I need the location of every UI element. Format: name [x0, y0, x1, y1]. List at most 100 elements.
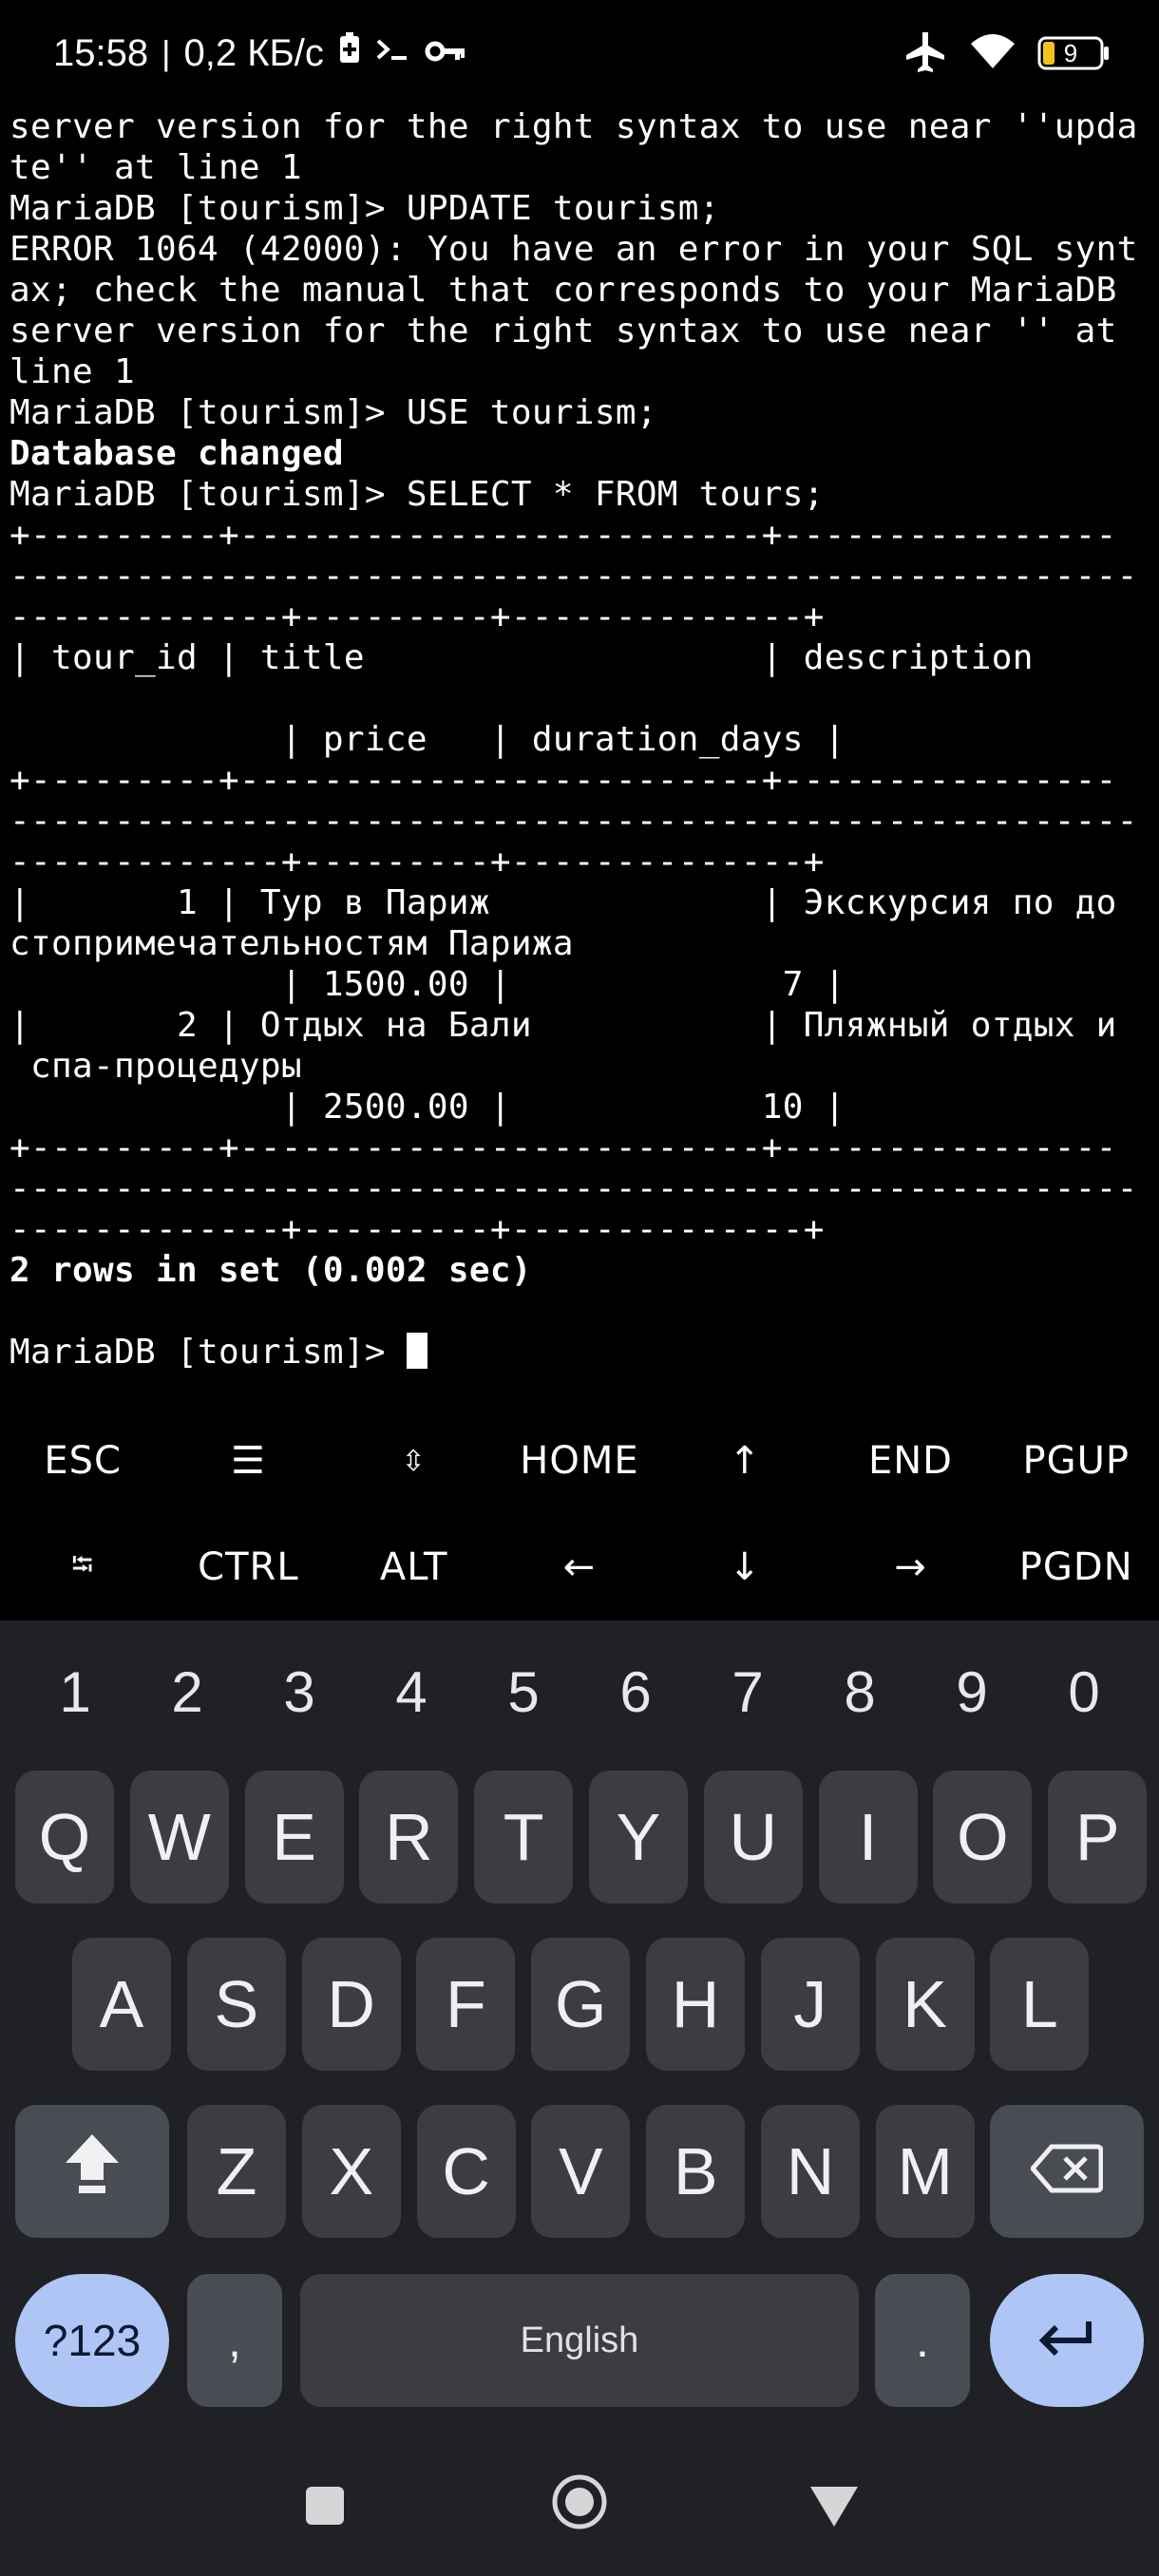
battery-level: 9: [1063, 38, 1078, 67]
terminal-line: Database changed: [10, 434, 344, 473]
terminal-prompt-line: MariaDB [tourism]>: [10, 1332, 1154, 1373]
terminal-line: | 2 | Отдых на Бали | Пляжный отдых и: [10, 1006, 1117, 1045]
key-3[interactable]: 3: [252, 1639, 347, 1744]
key-l[interactable]: L: [990, 1938, 1090, 2071]
terminal-line: ERROR 1064 (42000): You have an error in…: [10, 230, 1138, 269]
key-c[interactable]: C: [416, 2105, 516, 2238]
symbols-key[interactable]: ?123: [15, 2274, 169, 2407]
status-time: 15:58: [53, 31, 149, 74]
comma-key[interactable]: ,: [187, 2274, 282, 2407]
extra-key-esc[interactable]: ESC: [0, 1408, 165, 1514]
key-t[interactable]: T: [474, 1771, 574, 1904]
key-s[interactable]: S: [186, 1938, 286, 2071]
terminal-line: +---------+-------------------------+---…: [10, 516, 1117, 555]
terminal-line: | 2500.00 | 10 |: [10, 1088, 846, 1127]
extra-key-pgdn[interactable]: PGDN: [994, 1514, 1159, 1620]
status-right: 9: [902, 25, 1110, 82]
key-2[interactable]: 2: [140, 1639, 235, 1744]
number-row: 1234567890: [0, 1639, 1159, 1744]
terminal-line: server version for the right syntax to u…: [10, 107, 1138, 146]
key-g[interactable]: G: [531, 1938, 631, 2071]
extra-key-arrow-left[interactable]: ←: [497, 1514, 662, 1620]
period-key[interactable]: .: [875, 2274, 970, 2407]
terminal-line: -------------+---------+--------------+: [10, 1210, 825, 1249]
key-p[interactable]: P: [1048, 1771, 1148, 1904]
extra-keys-bar: ESC ☰ ⇳ HOME ↑ END PGUP ⭾ CTRL ALT ← ↓ → PGDN: [0, 1408, 1159, 1620]
key-6[interactable]: 6: [588, 1639, 683, 1744]
text-cursor: [406, 1333, 428, 1369]
extra-key-pgup[interactable]: PGUP: [994, 1408, 1159, 1514]
back-button[interactable]: [796, 2470, 872, 2546]
key-q[interactable]: Q: [15, 1771, 114, 1904]
extra-key-arrow-up[interactable]: ↑: [662, 1408, 827, 1514]
navigation-bar: [0, 2432, 1159, 2576]
key-1[interactable]: 1: [28, 1639, 123, 1744]
key-e[interactable]: E: [244, 1771, 344, 1904]
key-y[interactable]: Y: [589, 1771, 688, 1904]
status-network-speed: 0,2 КБ/с: [183, 31, 324, 74]
key-m[interactable]: M: [875, 2105, 975, 2238]
space-bar[interactable]: English: [300, 2274, 859, 2407]
extra-key-alt[interactable]: ALT: [332, 1514, 497, 1620]
terminal-line: ----------------------------------------…: [10, 802, 1138, 841]
terminal-line: | 1500.00 | 7 |: [10, 965, 846, 1004]
enter-icon: [1036, 2302, 1098, 2378]
key-x[interactable]: X: [301, 2105, 401, 2238]
key-b[interactable]: B: [646, 2105, 746, 2238]
key-w[interactable]: W: [129, 1771, 229, 1904]
shift-icon: [62, 2131, 123, 2212]
terminal-line: стопримечательностям Парижа: [10, 924, 574, 963]
extra-key-updown[interactable]: ⇳: [332, 1408, 497, 1514]
key-8[interactable]: 8: [812, 1639, 907, 1744]
key-7[interactable]: 7: [700, 1639, 795, 1744]
key-n[interactable]: N: [761, 2105, 860, 2238]
battery-icon: 9: [1037, 36, 1110, 70]
terminal-output[interactable]: server version for the right syntax to u…: [10, 106, 1154, 1408]
recents-button[interactable]: [287, 2470, 363, 2546]
key-4[interactable]: 4: [364, 1639, 459, 1744]
key-j[interactable]: J: [760, 1938, 860, 2071]
key-f[interactable]: F: [416, 1938, 516, 2071]
extra-key-home[interactable]: HOME: [497, 1408, 662, 1514]
key-u[interactable]: U: [703, 1771, 803, 1904]
key-h[interactable]: H: [646, 1938, 745, 2071]
key-v[interactable]: V: [531, 2105, 631, 2238]
terminal-line: line 1: [10, 352, 135, 391]
key-a[interactable]: A: [72, 1938, 171, 2071]
terminal-line: ax; check the manual that corresponds to…: [10, 271, 1117, 310]
key-9[interactable]: 9: [924, 1639, 1019, 1744]
key-z[interactable]: Z: [187, 2105, 286, 2238]
extra-key-end[interactable]: END: [827, 1408, 993, 1514]
battery-saver-icon: [337, 31, 362, 75]
backspace-icon: [1029, 2133, 1104, 2209]
home-button[interactable]: [542, 2466, 618, 2542]
key-r[interactable]: R: [359, 1771, 459, 1904]
key-o[interactable]: O: [933, 1771, 1033, 1904]
extra-key-ctrl[interactable]: CTRL: [165, 1514, 331, 1620]
key-0[interactable]: 0: [1036, 1639, 1131, 1744]
home-circle-icon: [551, 2473, 608, 2534]
wifi-icon: [969, 30, 1016, 76]
key-k[interactable]: K: [875, 1938, 975, 2071]
key-d[interactable]: D: [301, 1938, 401, 2071]
extra-key-tab[interactable]: ⭾: [0, 1514, 165, 1620]
extra-key-arrow-right[interactable]: →: [827, 1514, 993, 1620]
enter-key[interactable]: [990, 2274, 1144, 2407]
terminal-line: 2 rows in set (0.002 sec): [10, 1251, 532, 1290]
terminal-line: ----------------------------------------…: [10, 557, 1138, 596]
terminal-line: MariaDB [tourism]> SELECT * FROM tours;: [10, 475, 825, 514]
extra-key-drawer[interactable]: ☰: [165, 1408, 331, 1514]
key-5[interactable]: 5: [476, 1639, 571, 1744]
square-icon: [305, 2486, 345, 2529]
key-icon: [425, 32, 466, 75]
terminal-line: -------------+---------+--------------+: [10, 843, 825, 881]
extra-key-arrow-down[interactable]: ↓: [662, 1514, 827, 1620]
backspace-key[interactable]: [990, 2105, 1144, 2238]
terminal-icon: [375, 32, 411, 75]
status-bar: 15:58 | 0,2 КБ/с 9: [0, 0, 1159, 104]
shift-key[interactable]: [15, 2105, 169, 2238]
extra-keys-row-2: ⭾ CTRL ALT ← ↓ → PGDN: [0, 1514, 1159, 1620]
terminal-line: | price | duration_days |: [10, 720, 846, 759]
key-i[interactable]: I: [818, 1771, 918, 1904]
terminal-line: ----------------------------------------…: [10, 1169, 1138, 1208]
